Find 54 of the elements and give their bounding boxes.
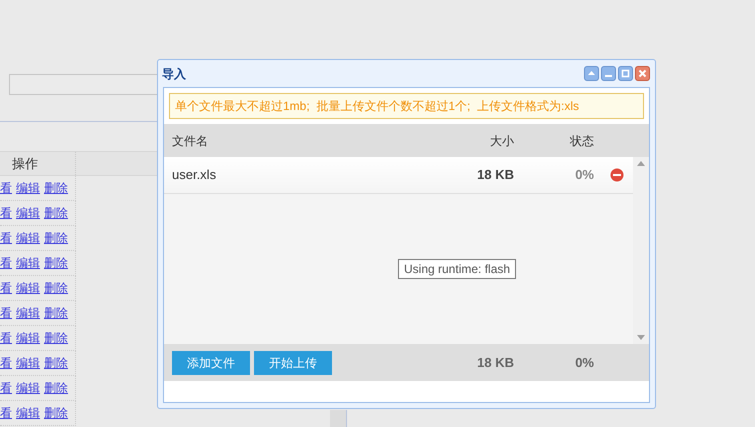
action-link[interactable]: 编辑 [16,279,40,297]
action-link[interactable]: 删除 [44,204,68,222]
column-header: 大小 [489,132,514,150]
panel-edge [330,410,347,427]
action-link[interactable]: 看 [0,179,12,197]
runtime-tooltip: Using runtime: flash [398,259,516,279]
action-link[interactable]: 看 [0,254,12,272]
action-link[interactable]: 看 [0,329,12,347]
action-link[interactable]: 编辑 [16,204,40,222]
scroll-up-icon[interactable] [637,161,645,166]
action-link[interactable]: 删除 [44,304,68,322]
window-title: 导入 [162,66,186,82]
file-size: 18 KB [476,166,514,184]
collapse-button[interactable] [584,66,599,81]
action-link[interactable]: 删除 [44,254,68,272]
file-name: user.xls [171,166,218,184]
column-header: 文件名 [171,132,209,150]
action-link[interactable]: 删除 [44,354,68,372]
action-link[interactable]: 看 [0,279,12,297]
action-link[interactable]: 删除 [44,379,68,397]
triangle-icon [587,69,596,78]
action-link[interactable]: 编辑 [16,404,40,422]
column-header: 状态 [569,132,594,150]
action-link[interactable]: 看 [0,379,12,397]
remove-icon[interactable] [610,168,624,182]
action-link[interactable]: 编辑 [16,229,40,247]
scrollbar[interactable] [633,157,649,344]
action-link[interactable]: 看 [0,229,12,247]
action-link[interactable]: 看 [0,354,12,372]
action-link[interactable]: 删除 [44,229,68,247]
column-header: 操作 [12,156,38,171]
minimize-button[interactable] [601,66,616,81]
close-button[interactable] [635,66,650,81]
action-link[interactable]: 编辑 [16,254,40,272]
file-status: 0% [574,166,594,184]
scroll-down-icon[interactable] [637,335,645,340]
square-icon [621,69,630,78]
action-link[interactable]: 看 [0,404,12,422]
action-link[interactable]: 删除 [44,279,68,297]
action-link[interactable]: 删除 [44,179,68,197]
action-link[interactable]: 编辑 [16,379,40,397]
action-link[interactable]: 编辑 [16,179,40,197]
action-link[interactable]: 看 [0,204,12,222]
close-icon [638,69,647,78]
total-size: 18 KB [476,354,514,372]
action-link[interactable]: 删除 [44,329,68,347]
action-link[interactable]: 看 [0,304,12,322]
action-link[interactable]: 编辑 [16,354,40,372]
notice-banner: 单个文件最大不超过1mb; 批量上传文件个数不超过1个; 上传文件格式为:xls [169,93,644,119]
action-link[interactable]: 编辑 [16,304,40,322]
action-link[interactable]: 编辑 [16,329,40,347]
maximize-button[interactable] [618,66,633,81]
total-status: 0% [574,354,594,372]
action-link[interactable]: 删除 [44,404,68,422]
